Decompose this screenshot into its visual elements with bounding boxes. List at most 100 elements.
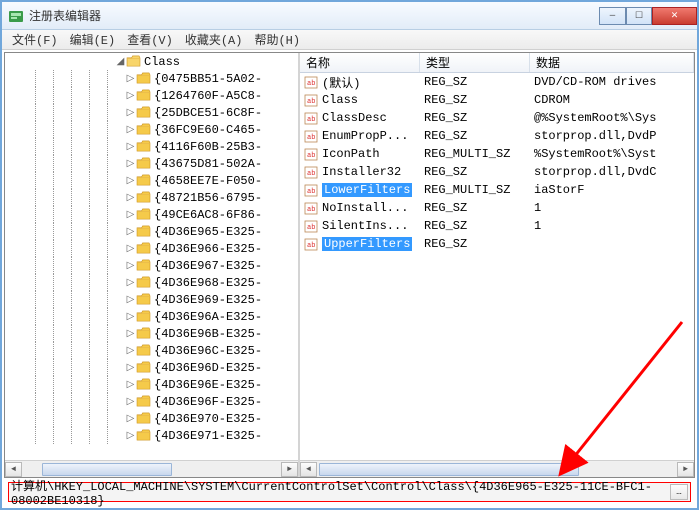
tree-node-label: {4D36E96B-E325- <box>154 327 262 341</box>
col-type[interactable]: 类型 <box>420 53 530 72</box>
list-row[interactable]: abClassDescREG_SZ@%SystemRoot%\Sys <box>300 109 694 127</box>
tree-node[interactable]: ▷{4D36E970-E325- <box>5 410 298 427</box>
scroll-thumb[interactable] <box>319 463 579 476</box>
expand-icon[interactable]: ▷ <box>125 141 136 152</box>
list-hscrollbar[interactable]: ◄ ► <box>300 460 694 477</box>
scroll-track[interactable] <box>317 462 677 477</box>
list-row[interactable]: abSilentIns...REG_SZ1 <box>300 217 694 235</box>
value-data: CDROM <box>530 93 694 107</box>
expand-icon[interactable]: ▷ <box>125 90 136 101</box>
tree-node[interactable]: ▷{36FC9E60-C465- <box>5 121 298 138</box>
expand-icon[interactable]: ▷ <box>125 379 136 390</box>
scroll-thumb[interactable] <box>42 463 172 476</box>
scroll-right-button[interactable]: ► <box>677 462 694 477</box>
list-row[interactable]: abNoInstall...REG_SZ1 <box>300 199 694 217</box>
tree-node[interactable]: ▷{4D36E96C-E325- <box>5 342 298 359</box>
expand-icon[interactable]: ▷ <box>125 107 136 118</box>
expand-icon[interactable]: ▷ <box>125 226 136 237</box>
svg-text:ab: ab <box>307 188 315 196</box>
tree-node[interactable]: ▷{1264760F-A5C8- <box>5 87 298 104</box>
tree-node[interactable]: ▷ {4D36E96B-E325- <box>5 325 298 342</box>
svg-text:ab: ab <box>307 224 315 232</box>
scroll-left-button[interactable]: ◄ <box>5 462 22 477</box>
tree-node[interactable]: ▷{4D36E96A-E325- <box>5 308 298 325</box>
expand-icon[interactable]: ▷ <box>125 175 136 186</box>
tree-node[interactable]: ▷{4116F60B-25B3- <box>5 138 298 155</box>
expand-icon[interactable]: ▷ <box>125 328 136 339</box>
list-row[interactable]: abLowerFiltersREG_MULTI_SZiaStorF <box>300 181 694 199</box>
tree-node[interactable]: ▷{48721B56-6795- <box>5 189 298 206</box>
value-type: REG_SZ <box>420 237 530 251</box>
tree-node[interactable]: ▷ {4D36E971-E325- <box>5 427 298 444</box>
maximize-button[interactable]: ☐ <box>626 7 652 25</box>
expand-icon[interactable]: ▷ <box>125 124 136 135</box>
svg-text:ab: ab <box>307 98 315 106</box>
tree-node[interactable]: ▷{4D36E967-E325- <box>5 257 298 274</box>
menu-view[interactable]: 查看(V) <box>121 29 179 50</box>
expand-icon[interactable]: ▷ <box>125 362 136 373</box>
col-name[interactable]: 名称 <box>300 53 420 72</box>
expand-icon[interactable]: ▷ <box>125 345 136 356</box>
tree-node[interactable]: ▷ {43675D81-502A- <box>5 155 298 172</box>
minimize-button[interactable]: ─ <box>599 7 626 25</box>
value-data: @%SystemRoot%\Sys <box>530 111 694 125</box>
tree-node[interactable]: ▷ {4D36E968-E325- <box>5 274 298 291</box>
value-name: IconPath <box>322 147 380 161</box>
menu-edit[interactable]: 编辑(E) <box>64 29 122 50</box>
tree-node-label: {43675D81-502A- <box>154 157 262 171</box>
expand-icon[interactable]: ▷ <box>125 413 136 424</box>
scroll-left-button[interactable]: ◄ <box>300 462 317 477</box>
expand-icon[interactable]: ▷ <box>125 243 136 254</box>
menu-help[interactable]: 帮助(H) <box>248 29 306 50</box>
list-row[interactable]: ab(默认)REG_SZDVD/CD-ROM drives <box>300 73 694 91</box>
tree-node[interactable]: ▷{4D36E96D-E325- <box>5 359 298 376</box>
col-data[interactable]: 数据 <box>530 53 694 72</box>
tree-node[interactable]: ▷ {25DBCE51-6C8F- <box>5 104 298 121</box>
close-button[interactable]: ✕ <box>652 7 697 25</box>
tree-node[interactable]: ▷{4D36E96E-E325- <box>5 376 298 393</box>
tree-node-label: {25DBCE51-6C8F- <box>154 106 262 120</box>
expand-icon[interactable]: ▷ <box>125 209 136 220</box>
tree-node[interactable]: ▷{4D36E969-E325- <box>5 291 298 308</box>
tree-node[interactable]: ▷{4658EE7E-F050- <box>5 172 298 189</box>
list-row[interactable]: abInstaller32REG_SZstorprop.dll,DvdC <box>300 163 694 181</box>
expand-icon[interactable]: ▷ <box>125 158 136 169</box>
value-type: REG_MULTI_SZ <box>420 183 530 197</box>
value-name: EnumPropP... <box>322 129 408 143</box>
menu-favorites[interactable]: 收藏夹(A) <box>179 29 249 50</box>
value-type: REG_SZ <box>420 75 530 89</box>
menu-file[interactable]: 文件(F) <box>6 29 64 50</box>
app-icon <box>8 8 24 24</box>
tree-node[interactable]: ▷{4D36E966-E325- <box>5 240 298 257</box>
value-data: %SystemRoot%\Syst <box>530 147 694 161</box>
tree-node[interactable]: ▷{49CE6AC8-6F86- <box>5 206 298 223</box>
expand-icon[interactable]: ▷ <box>125 311 136 322</box>
collapse-icon[interactable]: ◢ <box>115 56 126 67</box>
list-body[interactable]: ab(默认)REG_SZDVD/CD-ROM drivesabClassREG_… <box>300 73 694 460</box>
tree-node[interactable]: ▷ {0475BB51-5A02- <box>5 70 298 87</box>
tree-hscrollbar[interactable]: ◄ ► <box>5 460 298 477</box>
value-name: ClassDesc <box>322 111 387 125</box>
list-row[interactable]: abIconPathREG_MULTI_SZ%SystemRoot%\Syst <box>300 145 694 163</box>
scroll-right-button[interactable]: ► <box>281 462 298 477</box>
list-row[interactable]: abClassREG_SZCDROM <box>300 91 694 109</box>
expand-icon[interactable]: ▷ <box>125 294 136 305</box>
expand-icon[interactable]: ▷ <box>125 430 136 441</box>
tree-node-label: {4D36E968-E325- <box>154 276 262 290</box>
expand-icon[interactable]: ▷ <box>125 73 136 84</box>
tree-node-class[interactable]: ◢Class <box>5 53 298 70</box>
status-browse-button[interactable]: … <box>670 484 688 500</box>
tree-node-label: {0475BB51-5A02- <box>154 72 262 86</box>
list-row[interactable]: abEnumPropP...REG_SZstorprop.dll,DvdP <box>300 127 694 145</box>
scroll-track[interactable] <box>22 462 281 477</box>
tree-node-label: {4D36E971-E325- <box>154 429 262 443</box>
expand-icon[interactable]: ▷ <box>125 396 136 407</box>
list-pane: 名称 类型 数据 ab(默认)REG_SZDVD/CD-ROM drivesab… <box>300 53 694 477</box>
expand-icon[interactable]: ▷ <box>125 260 136 271</box>
tree-node[interactable]: ▷{4D36E96F-E325- <box>5 393 298 410</box>
list-row[interactable]: abUpperFiltersREG_SZ <box>300 235 694 253</box>
expand-icon[interactable]: ▷ <box>125 277 136 288</box>
tree-content[interactable]: ◢Class▷{0475BB51-5A02-▷{1264760F-A5C8-▷{… <box>5 53 298 460</box>
expand-icon[interactable]: ▷ <box>125 192 136 203</box>
tree-node[interactable]: ▷{4D36E965-E325- <box>5 223 298 240</box>
